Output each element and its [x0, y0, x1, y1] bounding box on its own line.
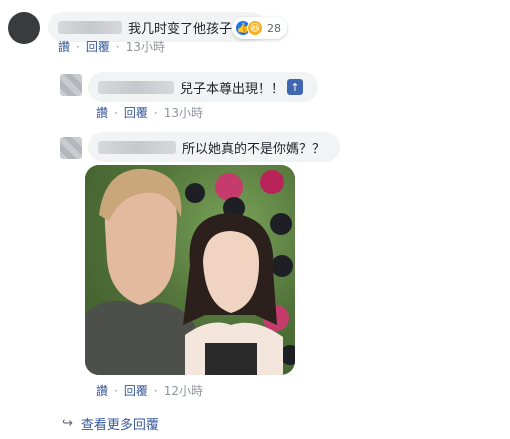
haha-icon: 😆	[247, 20, 263, 36]
view-more-label[interactable]: 查看更多回覆	[81, 414, 159, 433]
separator: ·	[114, 383, 118, 398]
comment-actions: 讚 · 回覆 · 13小時	[58, 38, 165, 55]
commenter-avatar[interactable]	[60, 137, 82, 159]
comment-text: 所以她真的不是你媽？？	[182, 141, 326, 157]
separator: ·	[115, 39, 120, 54]
comment-photo[interactable]	[85, 165, 295, 375]
comment-text: 我几时变了他孩子	[128, 21, 233, 37]
like-link[interactable]: 讚	[58, 38, 70, 55]
comment-actions: 讚 · 回覆 · 13小時	[96, 104, 203, 121]
up-arrow-icon: ↑	[287, 79, 304, 95]
ornament	[260, 170, 284, 194]
separator: ·	[114, 105, 118, 120]
reaction-count: 28	[267, 21, 281, 35]
separator: ·	[153, 383, 158, 398]
reply-link[interactable]: 回覆	[86, 38, 110, 55]
timestamp[interactable]: 12小時	[164, 382, 203, 399]
like-link[interactable]: 讚	[96, 104, 108, 121]
commenter-avatar[interactable]	[60, 74, 82, 96]
separator: ·	[153, 105, 158, 120]
commenter-avatar[interactable]	[8, 12, 40, 44]
reaction-summary[interactable]: 👍 😆 28	[232, 17, 287, 39]
blurred-name[interactable]	[58, 20, 122, 34]
comment-actions: 讚 · 回覆 · 12小時	[96, 382, 203, 399]
reply-link[interactable]: 回覆	[124, 382, 148, 399]
comment-bubble: 所以她真的不是你媽？？	[88, 132, 340, 162]
view-more-replies[interactable]: ↪ 查看更多回覆	[62, 414, 159, 433]
comment-text: 兒子本尊出現！！	[180, 81, 285, 97]
blurred-name[interactable]	[98, 80, 174, 94]
reply-arrow-icon: ↪	[62, 416, 73, 431]
timestamp[interactable]: 13小時	[126, 38, 165, 55]
timestamp[interactable]: 13小時	[164, 104, 203, 121]
comment-bubble: 兒子本尊出現！！ ↑	[88, 72, 318, 102]
reply-link[interactable]: 回覆	[124, 104, 148, 121]
separator: ·	[76, 39, 80, 54]
woman-figure	[183, 213, 283, 375]
blurred-name[interactable]	[98, 140, 176, 154]
like-link[interactable]: 讚	[96, 382, 108, 399]
